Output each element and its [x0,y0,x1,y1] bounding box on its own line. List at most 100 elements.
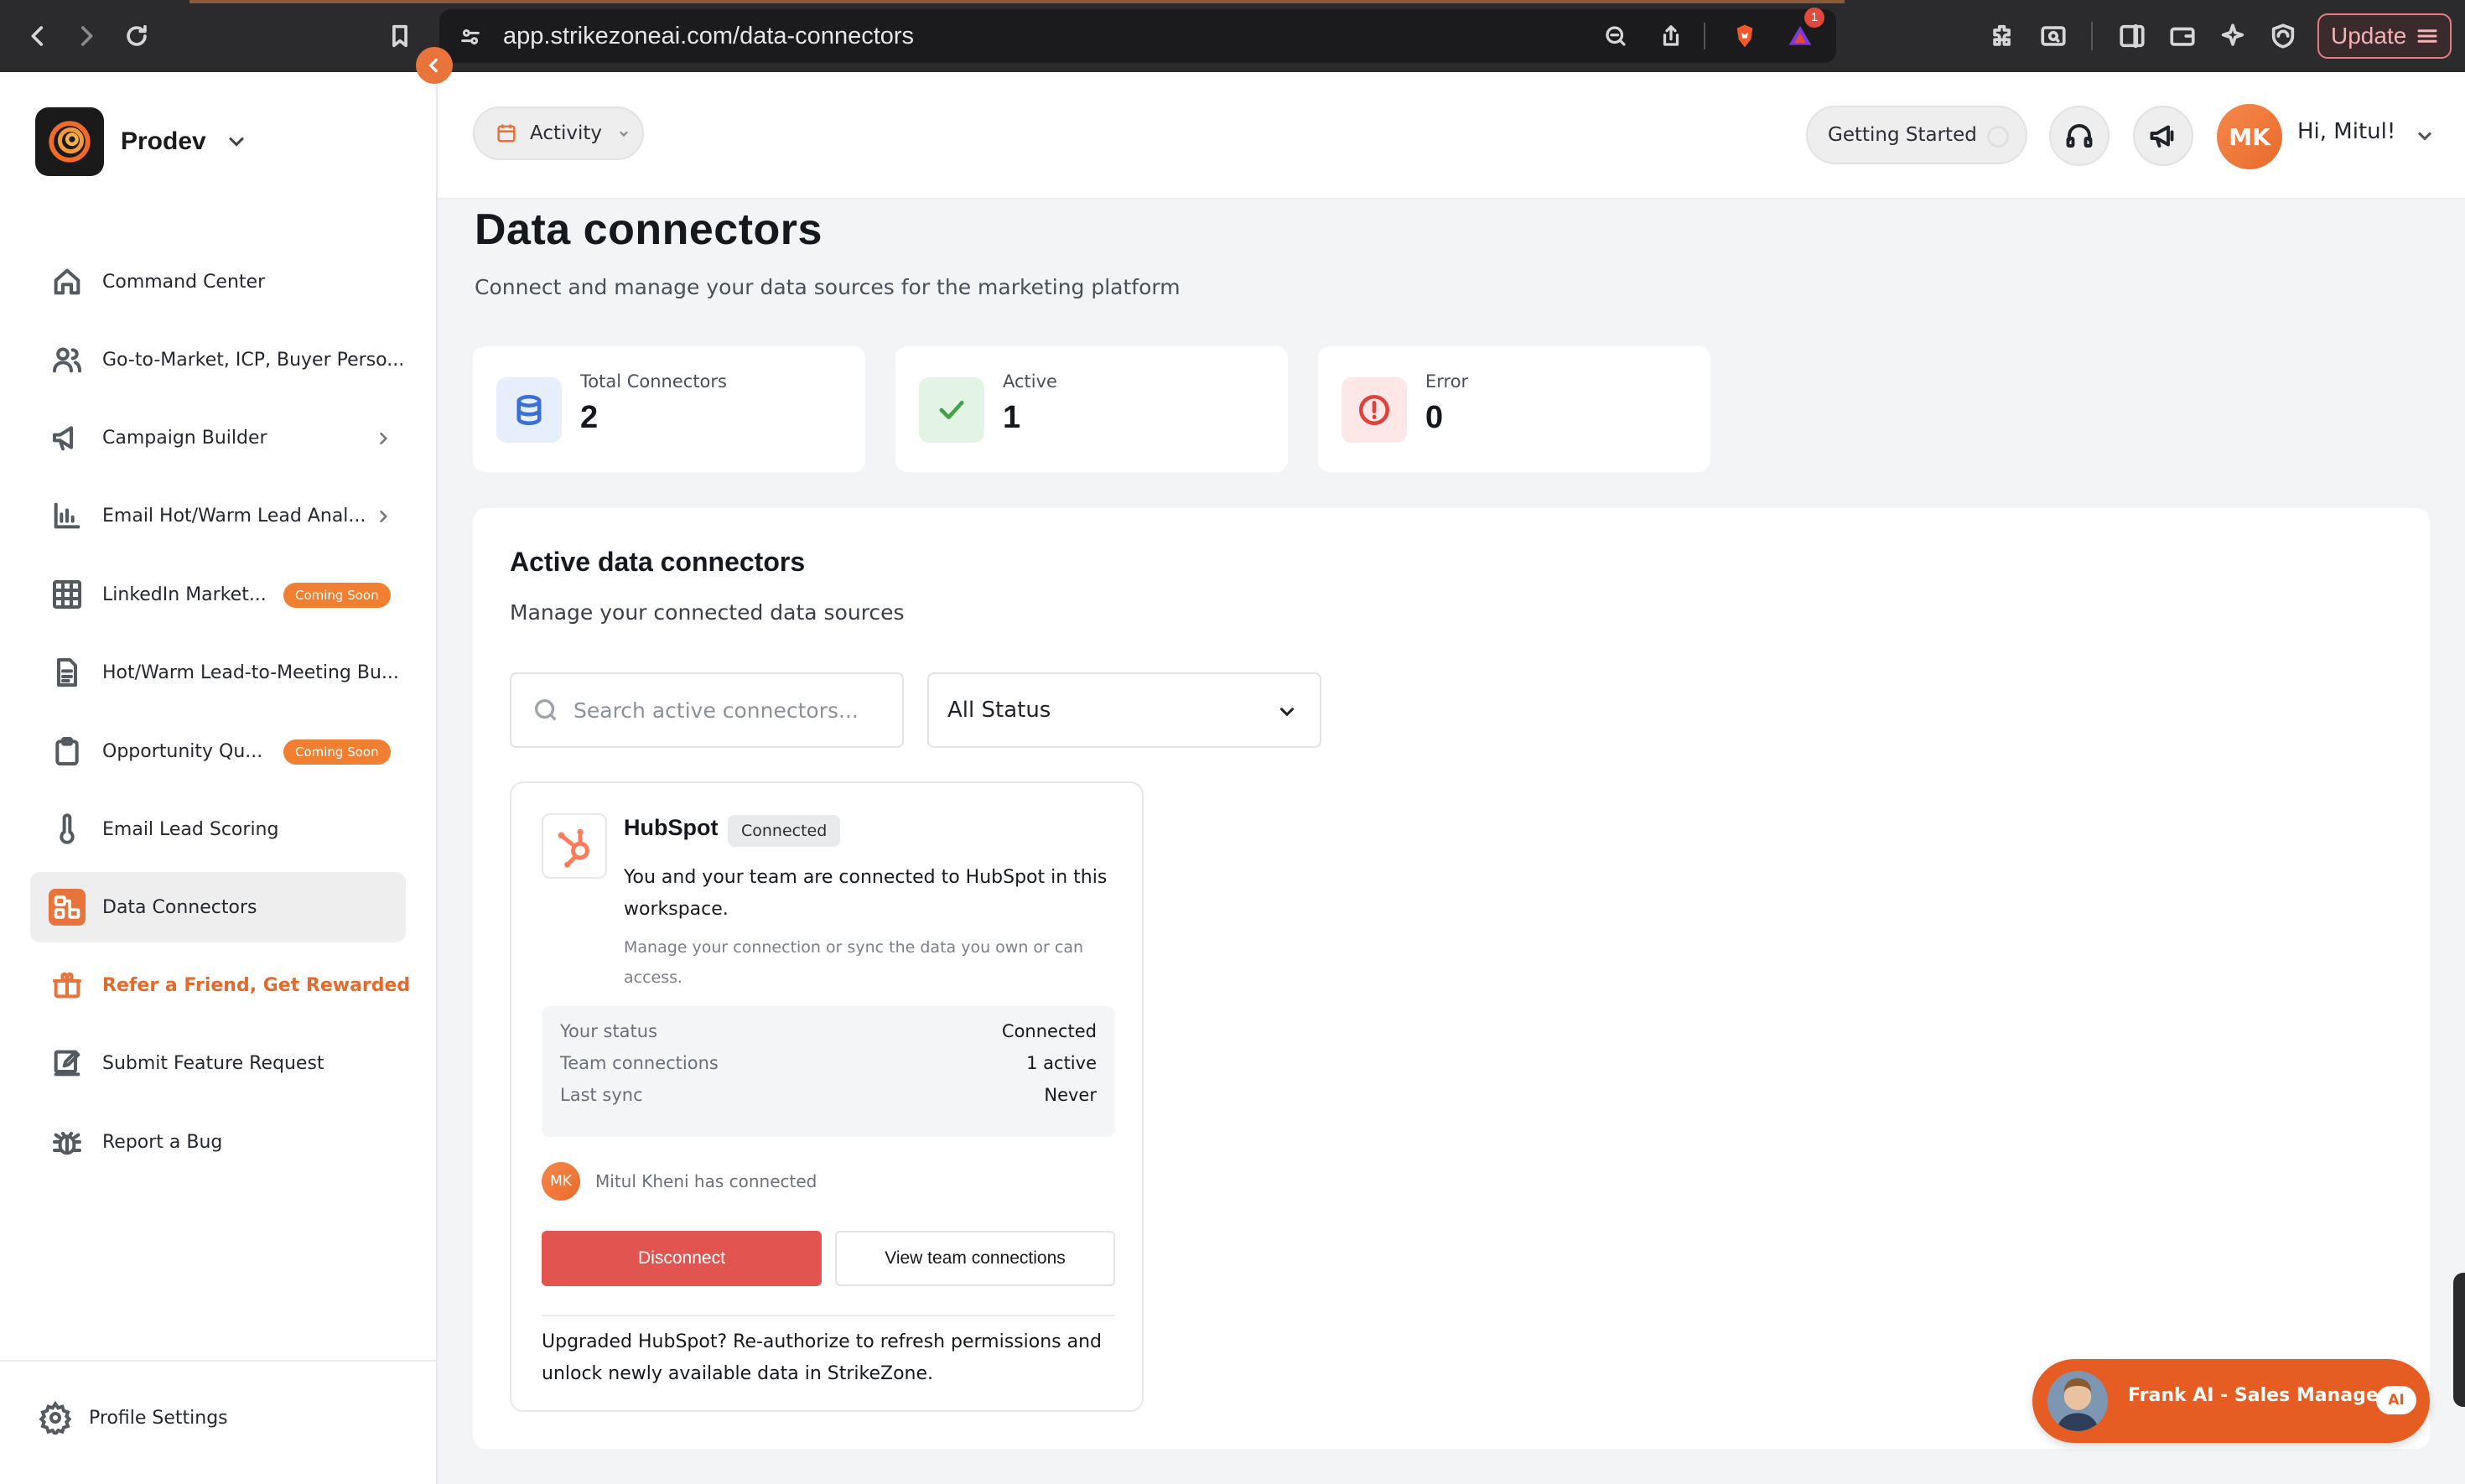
clipboard-icon [49,733,86,770]
sidebar-item-submit-feature-request[interactable]: Submit Feature Request [30,1028,406,1098]
edit-icon [49,1045,86,1082]
zoom-out-icon [1606,26,1626,46]
sidebar-item-email-lead-analysis[interactable]: Email Hot/Warm Lead Anal... [30,480,406,551]
url-text: app.strikezoneai.com/data-connectors [503,23,915,49]
sidebar-item-campaign-builder[interactable]: Campaign Builder [30,402,406,473]
sidebar-item-label: Opportunity Qu... [102,740,263,762]
search-input[interactable] [573,698,892,723]
chevron-down-icon [229,137,244,147]
avatar[interactable]: MK [2217,104,2282,169]
chevron-down-icon [1279,708,1295,717]
sidebar-item-lead-to-meeting[interactable]: Hot/Warm Lead-to-Meeting Bu... [30,637,406,708]
top-header: Activity Getting Started MK Hi, Mitul! [438,72,2465,200]
connected-by-text: Mitul Kheni has connected [595,1171,817,1191]
sidebar-item-label: Campaign Builder [102,427,267,449]
stat-value: 1 [1003,400,1021,435]
sidebar-item-label: Email Lead Scoring [102,818,279,840]
reload-button[interactable] [117,17,156,55]
sidebar-item-go-to-market[interactable]: Go-to-Market, ICP, Buyer Perso... [30,324,406,395]
user-greeting[interactable]: Hi, Mitul! [2297,119,2395,144]
profile-settings-label: Profile Settings [89,1407,228,1429]
workspace-switcher[interactable]: Prodev [35,107,248,176]
stat-value: 2 [580,400,599,435]
announcements-button[interactable] [2133,106,2193,166]
getting-started-button[interactable]: Getting Started [1806,106,2027,164]
site-settings-icon[interactable] [451,18,490,56]
sidebar-panel-icon [2120,23,2145,49]
collapse-sidebar-button[interactable] [416,47,453,84]
connector-name: HubSpot [624,815,719,840]
forward-button[interactable] [67,17,106,55]
frank-ai-chat-button[interactable]: Frank AI - Sales Manager AI [2032,1359,2430,1443]
status-filter-value: All Status [947,698,1051,723]
sidebar-toggle-button[interactable] [2113,17,2151,55]
reload-icon [127,24,147,46]
back-arrow-icon [31,26,44,46]
ai-badge: AI [2376,1386,2416,1414]
gift-icon [49,967,86,1004]
upgrade-note: Upgraded HubSpot? Re-authorize to refres… [542,1331,1103,1384]
hubspot-connector-card: HubSpot Connected You and your team are … [510,781,1144,1412]
hubspot-logo-icon [542,813,607,879]
panel-title: Active data connectors [510,547,806,577]
sidebar-item-label: Submit Feature Request [102,1052,324,1074]
detail-value: Never [1044,1085,1097,1105]
profile-settings-link[interactable]: Profile Settings [39,1397,228,1439]
sidebar-item-email-lead-scoring[interactable]: Email Lead Scoring [30,794,406,864]
status-filter-select[interactable]: All Status [927,672,1321,748]
bar-chart-icon [49,497,86,534]
panel-subtitle: Manage your connected data sources [510,600,905,625]
coming-soon-badge: Coming Soon [283,583,391,608]
extensions-button[interactable] [1984,17,2022,55]
disconnect-button[interactable]: Disconnect [542,1231,822,1286]
wallet-button[interactable] [2163,17,2202,55]
gear-icon [39,1401,72,1435]
status-badge: Connected [728,815,841,847]
spiral-logo-icon [49,121,91,163]
sidebar-item-report-a-bug[interactable]: Report a Bug [30,1107,406,1177]
chevron-right-icon [379,510,388,523]
detail-value: Connected [1001,1021,1097,1041]
address-bar[interactable]: app.strikezoneai.com/data-connectors 1 [439,8,1836,63]
scrollbar-handle[interactable] [2453,1273,2465,1407]
vpn-button[interactable] [2264,17,2302,55]
sparkle-icon [2221,23,2244,46]
coming-soon-badge: Coming Soon [283,739,391,765]
sidebar-item-command-center[interactable]: Command Center [30,246,406,317]
connected-by: MK Mitul Kheni has connected [542,1162,817,1201]
brave-shields-button[interactable] [1726,17,1764,55]
share-button[interactable] [1652,17,1690,55]
reader-button[interactable] [2034,17,2073,55]
search-icon [534,698,557,721]
forward-arrow-icon [80,26,93,46]
chevron-down-icon[interactable] [2413,124,2436,148]
active-connectors-panel: Active data connectors Manage your conne… [473,508,2430,1449]
sidebar-item-linkedin-market[interactable]: LinkedIn Market... Coming Soon [30,559,406,630]
sidebar-item-data-connectors[interactable]: Data Connectors [30,872,406,942]
sidebar-item-refer-a-friend[interactable]: Refer a Friend, Get Rewarded [30,950,410,1020]
loading-bar [189,0,1845,3]
sidebar-item-opportunity[interactable]: Opportunity Qu... Coming Soon [30,716,406,786]
sidebar-item-label: Report a Bug [102,1131,223,1153]
leo-ai-button[interactable] [2213,17,2252,55]
brave-lion-icon [1736,24,1753,48]
activity-dropdown[interactable]: Activity [473,106,644,160]
stat-label: Total Connectors [580,371,727,392]
screenshot-search-icon [2041,26,2066,46]
zoom-button[interactable] [1596,17,1635,55]
workspace-logo [35,107,104,176]
back-button[interactable] [18,17,57,55]
sliders-icon [461,29,480,45]
search-field[interactable] [510,672,904,748]
bookmark-button[interactable] [381,17,419,55]
stat-card-active: Active 1 [895,346,1288,472]
calendar-icon [497,124,516,143]
view-team-connections-button[interactable]: View team connections [835,1231,1115,1286]
progress-ring-icon [1987,126,2009,148]
connection-details: Your status Connected Team connections 1… [542,1006,1115,1137]
document-icon [49,654,86,691]
support-button[interactable] [2049,106,2110,166]
bug-icon [49,1123,86,1160]
update-button[interactable]: Update [2317,13,2452,59]
grid-icon [49,576,86,613]
